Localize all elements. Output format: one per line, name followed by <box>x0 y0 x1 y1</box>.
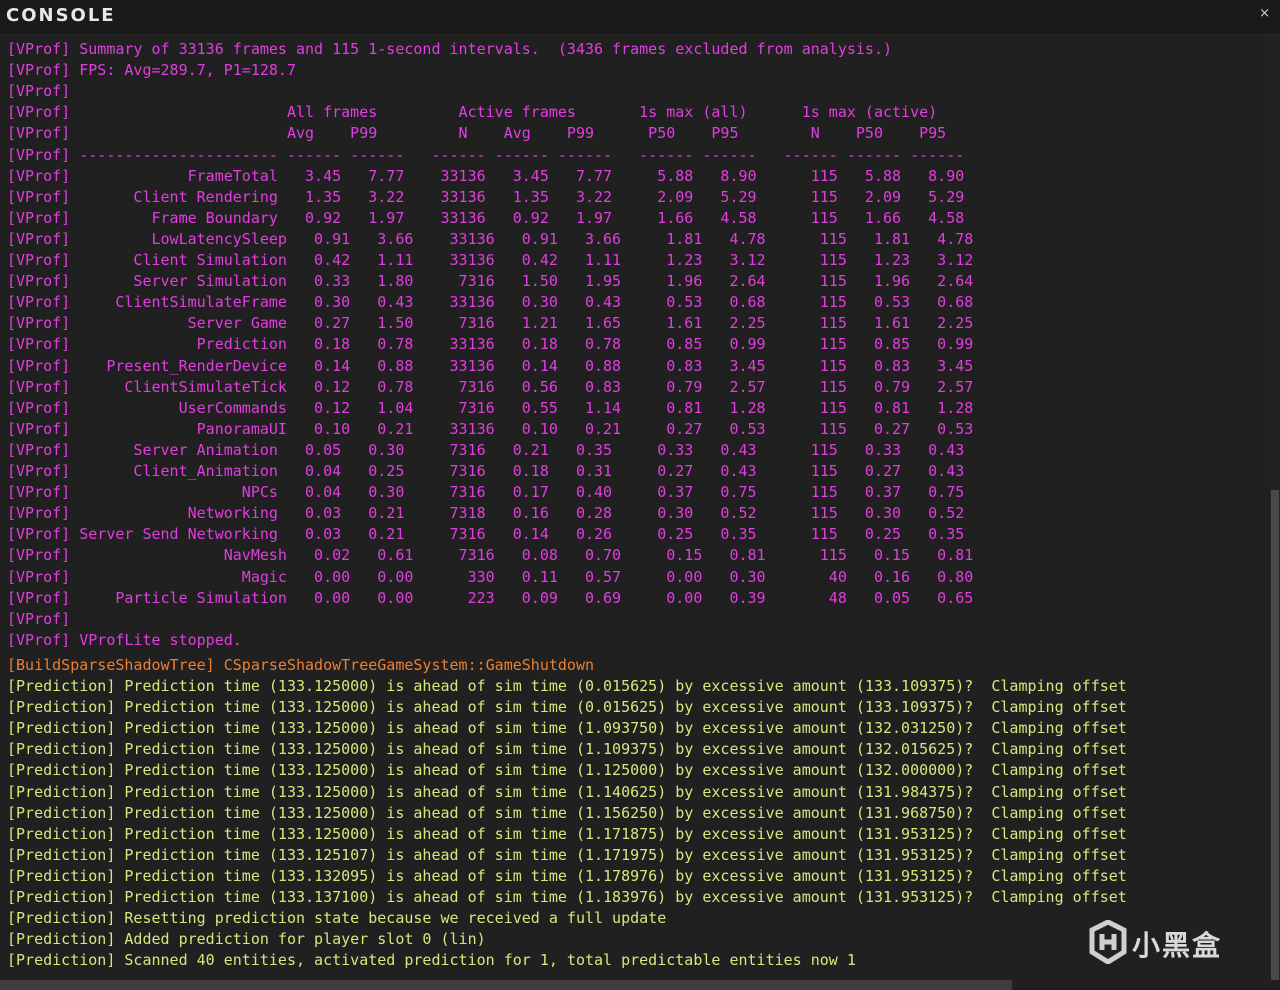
vprof-line: [VProf] Server Send Networking 0.03 0.21… <box>7 525 965 544</box>
prediction-line: [Prediction] Prediction time (133.125000… <box>7 761 1127 780</box>
prediction-line: [Prediction] Prediction time (133.125000… <box>7 698 1127 717</box>
vprof-line: [VProf] NavMesh 0.02 0.61 7316 0.08 0.70… <box>7 546 974 565</box>
vprof-line: [VProf] PanoramaUI 0.10 0.21 33136 0.10 … <box>7 419 974 438</box>
vprof-line: [VProf] Summary of 33136 frames and 115 … <box>7 40 893 58</box>
vprof-line: [VProf] NPCs 0.04 0.30 7316 0.17 0.40 0.… <box>7 483 965 502</box>
prediction-line: [Prediction] Prediction time (133.137100… <box>7 888 1127 906</box>
prediction-line: [Prediction] Prediction time (133.125000… <box>7 719 1127 738</box>
prediction-line: [Prediction] Prediction time (133.125000… <box>7 824 1127 843</box>
shadow-tree-line: [BuildSparseShadowTree] CSparseShadowTre… <box>7 656 594 674</box>
vprof-line: [VProf] Frame Boundary 0.92 1.97 33136 0… <box>7 208 965 227</box>
vprof-line: [VProf] Client Simulation 0.42 1.11 3313… <box>7 251 974 269</box>
vprof-line: [VProf] FPS: Avg=289.7, P1=128.7 <box>7 61 296 80</box>
console-log[interactable]: [VProf] Summary of 33136 frames and 115 … <box>0 35 1270 980</box>
vprof-line: [VProf] UserCommands 0.12 1.04 7316 0.55… <box>7 398 974 417</box>
vprof-line: [VProf] <box>7 609 71 628</box>
vprof-line: [VProf] Client_Animation 0.04 0.25 7316 … <box>7 462 965 480</box>
vprof-line: [VProf] Networking 0.03 0.21 7318 0.16 0… <box>7 504 965 523</box>
vprof-line: [VProf] Client Rendering 1.35 3.22 33136… <box>7 187 965 206</box>
prediction-line: [Prediction] Prediction time (133.125000… <box>7 677 1127 695</box>
vprof-line: [VProf] Server Simulation 0.33 1.80 7316… <box>7 272 974 291</box>
vprof-line: [VProf] <box>7 82 71 101</box>
vprof-line: [VProf] Magic 0.00 0.00 330 0.11 0.57 0.… <box>7 567 974 586</box>
close-icon[interactable]: × <box>1259 6 1270 21</box>
prediction-line: [Prediction] Prediction time (133.125107… <box>7 845 1127 864</box>
vprof-line: [VProf] Particle Simulation 0.00 0.00 22… <box>7 588 974 607</box>
vprof-line: [VProf] ClientSimulateFrame 0.30 0.43 33… <box>7 293 974 312</box>
vprof-line: [VProf] Prediction 0.18 0.78 33136 0.18 … <box>7 335 974 354</box>
vprof-line: [VProf] VProfLite stopped. <box>7 630 242 649</box>
vprof-line: [VProf] All frames Active frames 1s max … <box>7 103 938 122</box>
prediction-line: [Prediction] Resetting prediction state … <box>7 909 667 928</box>
vprof-line: [VProf] Avg P99 N Avg P99 P50 P95 N P50 … <box>7 124 947 143</box>
vprof-line: [VProf] FrameTotal 3.45 7.77 33136 3.45 … <box>7 166 965 185</box>
vprof-line: [VProf] Server Animation 0.05 0.30 7316 … <box>7 440 965 459</box>
vprof-line: [VProf] Present_RenderDevice 0.14 0.88 3… <box>7 356 974 375</box>
prediction-line: [Prediction] Added prediction for player… <box>7 930 486 949</box>
title-bar: CONSOLE × <box>0 0 1280 35</box>
heybox-logo-icon <box>1089 920 1127 964</box>
watermark-text: 小黑盒 <box>1132 929 1223 962</box>
prediction-line: [Prediction] Prediction time (133.132095… <box>7 866 1127 885</box>
window-title: CONSOLE <box>6 5 116 26</box>
prediction-line: [Prediction] Prediction time (133.125000… <box>7 782 1127 801</box>
horizontal-scrollbar[interactable] <box>0 980 1012 990</box>
scrollbar-thumb[interactable] <box>1271 490 1279 980</box>
prediction-line: [Prediction] Prediction time (133.125000… <box>7 803 1127 822</box>
vprof-line: [VProf] LowLatencySleep 0.91 3.66 33136 … <box>7 229 974 248</box>
vprof-line: [VProf] Server Game 0.27 1.50 7316 1.21 … <box>7 314 974 333</box>
prediction-line: [Prediction] Prediction time (133.125000… <box>7 740 1127 759</box>
vprof-line: [VProf] ---------------------- ------ --… <box>7 145 965 164</box>
vprof-line: [VProf] ClientSimulateTick 0.12 0.78 731… <box>7 377 974 396</box>
watermark: 小黑盒 <box>1088 918 1248 968</box>
prediction-line: [Prediction] Scanned 40 entities, activa… <box>7 951 856 970</box>
